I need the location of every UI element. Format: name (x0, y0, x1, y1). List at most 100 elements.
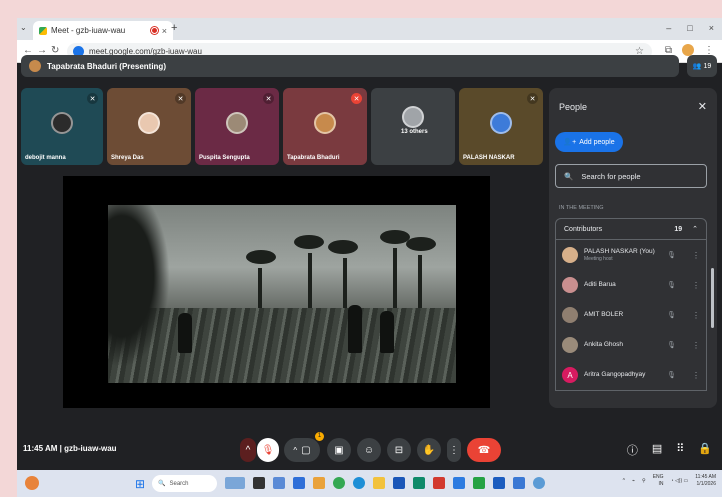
people-panel: People ✕ 👤+ Add people 🔍 Search for peop… (549, 88, 717, 408)
file-explorer-icon[interactable] (373, 477, 385, 489)
clock-time: 11:45 AM (695, 474, 716, 480)
extensions-icon[interactable]: ⧉ (665, 45, 672, 56)
minimize-button[interactable]: – (666, 23, 671, 33)
raise-hand-button[interactable]: ✋ (417, 438, 441, 462)
avatar (562, 247, 578, 263)
participants-count-button[interactable]: 👥 19 (687, 55, 717, 77)
widgets-icon[interactable] (25, 476, 39, 490)
wifi-icon[interactable]: ◔ ◁)) ▭ (671, 478, 689, 484)
location-icon[interactable]: ⚲ (642, 478, 646, 484)
list-item[interactable]: PALASH NASKAR (You) Meeting host 🎙 ⋮ (556, 240, 706, 270)
search-icon: 🔍 (158, 481, 166, 487)
app-icon[interactable] (225, 477, 245, 489)
taskbar-search-label: Search (169, 480, 189, 487)
more-vert-icon[interactable]: ⋮ (692, 371, 700, 380)
maximize-button[interactable]: □ (687, 23, 692, 33)
list-item[interactable]: Ankita Ghosh 🎙 ⋮ (556, 330, 706, 360)
avatar (562, 277, 578, 293)
participant-name: PALASH NASKAR (You) (584, 247, 655, 255)
presentation-stage (63, 176, 490, 408)
mic-off-icon: ✕ (175, 93, 186, 104)
start-button[interactable]: ⊞ (135, 477, 145, 491)
app-icon[interactable] (513, 477, 525, 489)
app-icon[interactable] (453, 477, 465, 489)
app-icon[interactable] (533, 477, 545, 489)
app-icon[interactable] (273, 477, 285, 489)
avatar (51, 112, 73, 134)
edge-icon[interactable] (353, 477, 365, 489)
leave-call-button[interactable]: ☎ (467, 438, 501, 462)
info-icon[interactable]: ⓘ (627, 442, 638, 458)
more-vert-icon[interactable]: ⋮ (692, 341, 700, 350)
taskbar-search[interactable]: 🔍 Search (152, 475, 217, 492)
camera-options-icon: ^ (293, 445, 298, 455)
lang-top: ENG (652, 474, 664, 480)
hang-up-icon: ☎ (477, 444, 491, 456)
participants-list: PALASH NASKAR (You) Meeting host 🎙 ⋮ Adit… (555, 240, 707, 391)
app-icon[interactable] (473, 477, 485, 489)
notification-badge: 1 (315, 432, 324, 441)
tab-close-icon[interactable]: × (162, 26, 167, 36)
more-vert-icon[interactable]: ⋮ (692, 281, 700, 290)
more-options-button[interactable]: ⋮ (447, 438, 461, 462)
participant-tile[interactable]: ✕ Tapabrata Bhaduri (283, 88, 367, 165)
more-vert-icon[interactable]: ⋮ (692, 311, 700, 320)
activities-icon[interactable]: ⠿ (676, 442, 684, 458)
mic-options-button[interactable]: ^ (240, 438, 256, 462)
app-icon[interactable] (393, 477, 405, 489)
tab-meet[interactable]: Meet - gzb-iuaw-wau × (33, 21, 173, 40)
tile-name: Shreya Das (111, 155, 144, 161)
browser-menu-icon[interactable]: ⋮ (704, 45, 714, 56)
app-icon[interactable] (313, 477, 325, 489)
chevron-up-icon[interactable]: ⌃ (692, 225, 698, 233)
app-icon[interactable] (413, 477, 425, 489)
participant-name: Ankita Ghosh (584, 340, 624, 348)
app-icon[interactable] (293, 477, 305, 489)
task-view-icon[interactable] (253, 477, 265, 489)
mic-toggle-button[interactable]: 🎙 (257, 438, 279, 462)
chevron-up-icon[interactable]: ^ (623, 478, 625, 484)
search-icon: 🔍 (564, 171, 574, 181)
in-meeting-label: IN THE MEETING (559, 205, 604, 211)
captions-button[interactable]: ▣ (327, 438, 351, 462)
close-panel-icon[interactable]: ✕ (698, 100, 707, 113)
new-tab-button[interactable]: + (171, 22, 177, 34)
app-icon[interactable] (433, 477, 445, 489)
more-vert-icon[interactable]: ⋮ (692, 251, 700, 260)
panel-scrollbar[interactable] (711, 268, 714, 328)
chat-icon[interactable]: ▤ (652, 442, 662, 458)
contributors-group[interactable]: Contributors 19 ⌃ (555, 218, 707, 240)
search-people-field[interactable]: 🔍 Search for people (555, 164, 707, 188)
others-tile[interactable]: 13 others (371, 88, 455, 165)
presenting-label: Tapabrata Bhaduri (Presenting) (47, 61, 166, 71)
tile-name: Puspita Sengupta (199, 155, 250, 161)
participant-tile[interactable]: ✕ Puspita Sengupta (195, 88, 279, 165)
add-people-button[interactable]: 👤+ Add people (555, 132, 623, 152)
app-icon[interactable] (493, 477, 505, 489)
recording-indicator-icon (150, 27, 158, 34)
chrome-icon[interactable] (333, 477, 345, 489)
participant-tile[interactable]: ✕ PALASH NASKAR (459, 88, 543, 165)
mic-off-icon: 🎙 (667, 252, 676, 259)
language-indicator[interactable]: ENG IN (653, 474, 664, 487)
host-controls-icon[interactable]: 🔒 (698, 442, 712, 458)
present-button[interactable]: ⊟ (387, 438, 411, 462)
list-item[interactable]: AMIT BOLER 🎙 ⋮ (556, 300, 706, 330)
participant-tile[interactable]: ✕ Shreya Das (107, 88, 191, 165)
list-item[interactable]: Aditi Barua 🎙 ⋮ (556, 270, 706, 300)
search-placeholder: Search for people (581, 171, 641, 181)
tab-search-icon[interactable]: ⌄ (20, 23, 27, 32)
reactions-button[interactable]: ☺ (357, 438, 381, 462)
clock[interactable]: 11:45 AM 1/1/2026 (695, 474, 716, 487)
network-icon[interactable]: ⌁ (632, 478, 635, 484)
close-window-button[interactable]: × (709, 23, 714, 33)
camera-button[interactable]: ^ ▢ (284, 438, 320, 462)
participant-tile[interactable]: ✕ debojit manna (21, 88, 103, 165)
avatar (138, 112, 160, 134)
mic-off-icon: ✕ (351, 93, 362, 104)
avatar (562, 337, 578, 353)
presenting-banner: Tapabrata Bhaduri (Presenting) (21, 55, 679, 77)
tile-name: 13 others (401, 129, 428, 135)
group-label: Contributors (564, 225, 603, 233)
list-item[interactable]: A Aritra Gangopadhyay 🎙 ⋮ (556, 360, 706, 390)
